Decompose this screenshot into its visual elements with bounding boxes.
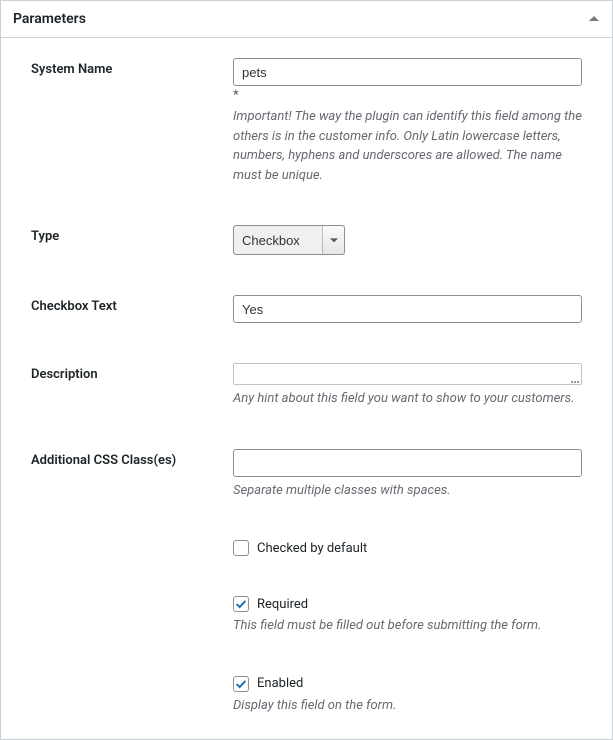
- type-select[interactable]: Checkbox: [234, 226, 344, 254]
- label-checkbox-text: Checkbox Text: [13, 295, 233, 314]
- row-system-name: System Name * Important! The way the plu…: [13, 58, 600, 185]
- label-system-name: System Name: [13, 58, 233, 77]
- row-checked-default: Checked by default: [13, 540, 600, 556]
- description-input[interactable]: [233, 363, 582, 385]
- label-css-classes: Additional CSS Class(es): [13, 449, 233, 468]
- checkmark-icon: [234, 597, 248, 611]
- panel-title: Parameters: [1, 1, 98, 37]
- checkmark-icon: [234, 677, 248, 691]
- checked-default-checkbox[interactable]: [233, 540, 249, 556]
- css-classes-input[interactable]: [233, 449, 582, 477]
- enabled-label: Enabled: [257, 676, 303, 691]
- css-classes-hint: Separate multiple classes with spaces.: [233, 481, 582, 501]
- parameters-panel: Parameters System Name * Important! The …: [0, 0, 613, 740]
- system-name-input[interactable]: [233, 58, 582, 86]
- panel-header: Parameters: [1, 1, 612, 38]
- label-description: Description: [13, 363, 233, 382]
- panel-toggle[interactable]: [576, 1, 612, 37]
- required-indicator: *: [233, 88, 582, 103]
- row-type: Type Checkbox: [13, 225, 600, 255]
- enabled-checkbox[interactable]: [233, 676, 249, 692]
- required-checkbox[interactable]: [233, 596, 249, 612]
- required-label: Required: [257, 597, 308, 612]
- checked-default-label: Checked by default: [257, 541, 367, 556]
- resize-handle-icon: [569, 373, 579, 383]
- checkbox-text-input[interactable]: [233, 295, 582, 323]
- label-type: Type: [13, 225, 233, 244]
- system-name-hint: Important! The way the plugin can identi…: [233, 107, 582, 185]
- row-required: Required This field must be filled out b…: [13, 596, 600, 636]
- caret-up-icon: [589, 14, 599, 24]
- row-css-classes: Additional CSS Class(es) Separate multip…: [13, 449, 600, 501]
- enabled-hint: Display this field on the form.: [233, 696, 582, 716]
- panel-body: System Name * Important! The way the plu…: [1, 38, 612, 739]
- description-hint: Any hint about this field you want to sh…: [233, 389, 582, 409]
- row-enabled: Enabled Display this field on the form.: [13, 676, 600, 716]
- type-select-wrap: Checkbox: [233, 225, 345, 255]
- required-hint: This field must be filled out before sub…: [233, 616, 582, 636]
- row-checkbox-text: Checkbox Text: [13, 295, 600, 323]
- row-description: Description Any hint about this field yo…: [13, 363, 600, 409]
